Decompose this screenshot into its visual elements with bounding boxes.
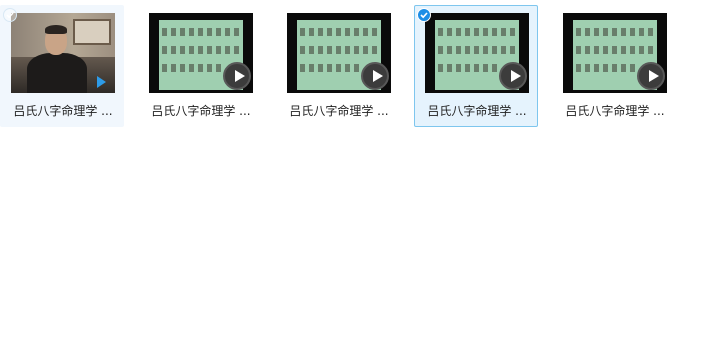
play-icon[interactable] [637, 62, 665, 90]
play-icon[interactable] [223, 62, 251, 90]
video-file-tile[interactable]: 吕氏八字命理学 ... [0, 5, 124, 127]
video-file-tile[interactable]: 吕氏八字命理学 ... [138, 5, 262, 127]
video-file-tile[interactable]: 吕氏八字命理学 ... [414, 5, 538, 127]
file-name: 吕氏八字命理学 ... [289, 104, 389, 118]
checkmark-icon[interactable] [417, 8, 431, 22]
file-name: 吕氏八字命理学 ... [565, 104, 665, 118]
file-name: 吕氏八字命理学 ... [427, 104, 527, 118]
file-name: 吕氏八字命理学 ... [151, 104, 251, 118]
play-icon [97, 76, 106, 88]
play-icon[interactable] [361, 62, 389, 90]
video-thumbnail [425, 13, 529, 93]
file-name: 吕氏八字命理学 ... [13, 104, 113, 118]
video-thumbnail [11, 13, 115, 93]
file-grid: 吕氏八字命理学 ... 吕氏八字命理学 ... 吕氏八字命理学 ... 吕氏八字… [0, 0, 711, 130]
video-file-tile[interactable]: 吕氏八字命理学 ... [552, 5, 676, 127]
video-file-tile[interactable]: 吕氏八字命理学 ... [276, 5, 400, 127]
video-thumbnail [287, 13, 391, 93]
select-checkbox[interactable] [3, 8, 17, 22]
video-thumbnail [563, 13, 667, 93]
video-thumbnail [149, 13, 253, 93]
play-icon[interactable] [499, 62, 527, 90]
